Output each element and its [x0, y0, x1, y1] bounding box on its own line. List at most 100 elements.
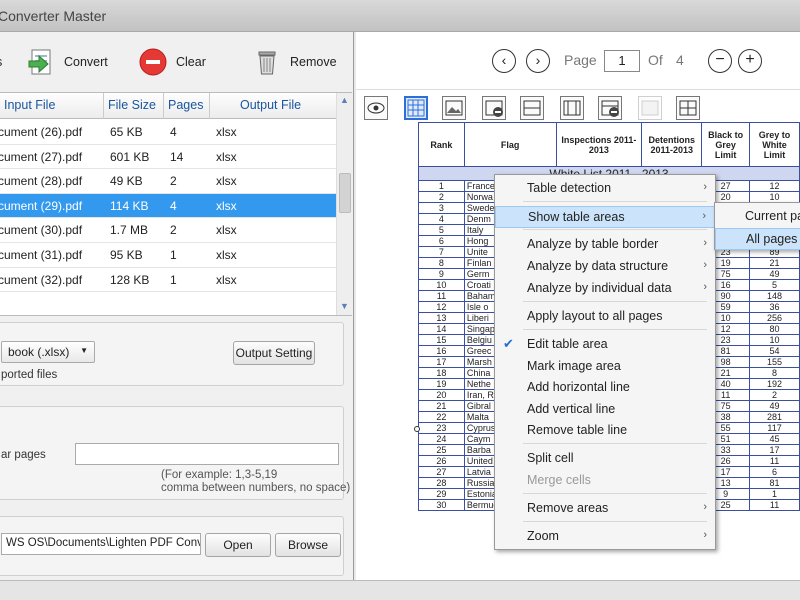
page-range-input[interactable] [75, 443, 339, 465]
add-vertical-line-icon[interactable] [560, 96, 584, 120]
menu-item-zoom[interactable]: Zoom › [495, 526, 715, 548]
menu-item-analyze-by-individual-data[interactable]: Analyze by individual data › [495, 278, 715, 300]
menu-item-mark-image-area[interactable]: Mark image area [495, 356, 715, 378]
menu-item-analyze-by-table-border[interactable]: Analyze by table border › [495, 234, 715, 256]
menu-item-remove-table-line[interactable]: Remove table line [495, 420, 715, 442]
file-row[interactable]: cument (27).pdf 601 KB 14 xlsx [0, 145, 336, 170]
menu-item-table-detection[interactable]: Table detection › [495, 178, 715, 200]
menu-item-show-table-areas[interactable]: Show table areas › [495, 206, 715, 228]
doc-cell: 2 [749, 389, 800, 401]
convert-button[interactable]: Convert [26, 46, 108, 78]
doc-cell: 27 [418, 466, 465, 478]
page-number-input[interactable]: 1 [604, 50, 640, 72]
browse-button[interactable]: Browse [275, 533, 341, 557]
split-cell-icon[interactable] [676, 96, 700, 120]
file-list: Input File File Size Pages Output File c… [0, 92, 352, 316]
menu-item-label: Apply layout to all pages [527, 309, 663, 323]
file-row[interactable]: cument (32).pdf 128 KB 1 xlsx [0, 268, 336, 293]
col-input-file[interactable]: Input File [4, 98, 55, 112]
scroll-down-icon[interactable]: ▼ [340, 301, 349, 311]
menu-item-label: Add horizontal line [527, 380, 630, 394]
format-select[interactable]: book (.xlsx) ▼ [1, 341, 95, 363]
file-name: cument (30).pdf [0, 223, 83, 238]
file-output: xlsx [216, 272, 237, 287]
menu-item-merge-cells[interactable]: Merge cells [495, 470, 715, 492]
file-row[interactable]: cument (28).pdf 49 KB 2 xlsx [0, 169, 336, 194]
file-name: cument (27).pdf [0, 149, 83, 164]
file-row[interactable]: cument (26).pdf 65 KB 4 xlsx [0, 120, 336, 145]
file-name: cument (28).pdf [0, 174, 83, 189]
doc-cell: 256 [749, 312, 800, 324]
menu-item-analyze-by-data-structure[interactable]: Analyze by data structure › [495, 256, 715, 278]
menu-item-label: Mark image area [527, 359, 621, 373]
doc-cell: 21 [418, 400, 465, 412]
image-area-icon[interactable] [442, 96, 466, 120]
table-area-icon[interactable] [404, 96, 428, 120]
file-pages: 1 [170, 248, 177, 262]
output-setting-button[interactable]: Output Setting [233, 341, 315, 365]
area-toolbar [356, 94, 800, 122]
convert-icon [26, 47, 56, 77]
doc-col-flag: Flag [463, 122, 557, 167]
menu-item-add-vertical-line[interactable]: Add vertical line [495, 399, 715, 421]
add-horizontal-line-icon[interactable] [520, 96, 544, 120]
zoom-out-icon[interactable]: − [708, 49, 732, 73]
remove-horizontal-line-icon[interactable] [482, 96, 506, 120]
add-files-button[interactable]: s [0, 46, 2, 78]
file-list-scrollbar[interactable]: ▲ ▼ [336, 93, 352, 315]
menu-item-label: Remove table line [527, 423, 628, 437]
submenu-all-pages[interactable]: All pages [715, 228, 800, 250]
col-file-size[interactable]: File Size [108, 98, 156, 112]
doc-cell: 80 [749, 323, 800, 335]
doc-col-rank: Rank [418, 122, 465, 167]
submenu-current-page[interactable]: Current pa [715, 206, 800, 228]
menu-item-add-horizontal-line[interactable]: Add horizontal line [495, 377, 715, 399]
menu-item-remove-areas[interactable]: Remove areas › [495, 498, 715, 520]
doc-cell: 3 [418, 202, 465, 214]
file-output: xlsx [216, 149, 237, 164]
doc-cell: 16 [418, 345, 465, 357]
col-pages[interactable]: Pages [168, 98, 203, 112]
remove-button[interactable]: Remove [252, 46, 337, 78]
file-output: xlsx [216, 248, 237, 262]
doc-cell: 192 [749, 378, 800, 390]
open-button[interactable]: Open [205, 533, 271, 557]
resize-handle[interactable] [414, 426, 420, 432]
menu-item-label: Zoom [527, 529, 559, 543]
clear-button[interactable]: Clear [138, 46, 206, 78]
file-row[interactable]: cument (31).pdf 95 KB 1 xlsx [0, 243, 336, 268]
scroll-thumb[interactable] [339, 173, 351, 213]
prev-page-icon[interactable]: ‹ [492, 49, 516, 73]
submenu-arrow-icon: › [703, 501, 707, 513]
next-page-icon[interactable]: › [526, 49, 550, 73]
file-row[interactable]: cument (30).pdf 1.7 MB 2 xlsx [0, 218, 336, 243]
add-files-label: s [0, 55, 2, 69]
doc-cell: 18 [418, 367, 465, 379]
remove-line-icon[interactable] [598, 96, 622, 120]
col-output-file[interactable]: Output File [240, 98, 301, 112]
doc-cell: 54 [749, 345, 800, 357]
file-row[interactable]: cument (29).pdf 114 KB 4 xlsx [0, 193, 336, 219]
doc-col-black-grey: Black to Grey Limit [701, 122, 751, 167]
menu-separator [523, 201, 707, 202]
doc-cell: 36 [749, 301, 800, 313]
menu-item-edit-table-area[interactable]: ✔ Edit table area [495, 334, 715, 356]
file-name: cument (29).pdf [0, 198, 83, 213]
zoom-in-icon[interactable]: + [738, 49, 762, 73]
preview-eye-icon[interactable] [364, 96, 388, 120]
left-panel: s Convert Clear Remove [0, 32, 354, 580]
submenu-arrow-icon: › [702, 210, 706, 222]
menu-item-split-cell[interactable]: Split cell [495, 448, 715, 470]
scroll-up-icon[interactable]: ▲ [340, 95, 349, 105]
page-range-hint-1: (For example: 1,3-5,19 [161, 469, 278, 481]
doc-cell: 17 [418, 356, 465, 368]
file-name: cument (32).pdf [0, 272, 83, 287]
doc-cell: 19 [418, 378, 465, 390]
menu-item-apply-layout-to-all-pages[interactable]: Apply layout to all pages [495, 306, 715, 328]
file-pages: 14 [170, 149, 184, 164]
merge-cells-icon[interactable] [638, 96, 662, 120]
menu-separator [523, 329, 707, 330]
file-output: xlsx [216, 125, 237, 139]
output-path-input[interactable]: WS OS\Documents\Lighten PDF Converter [1, 533, 201, 555]
file-size: 128 KB [110, 272, 150, 287]
